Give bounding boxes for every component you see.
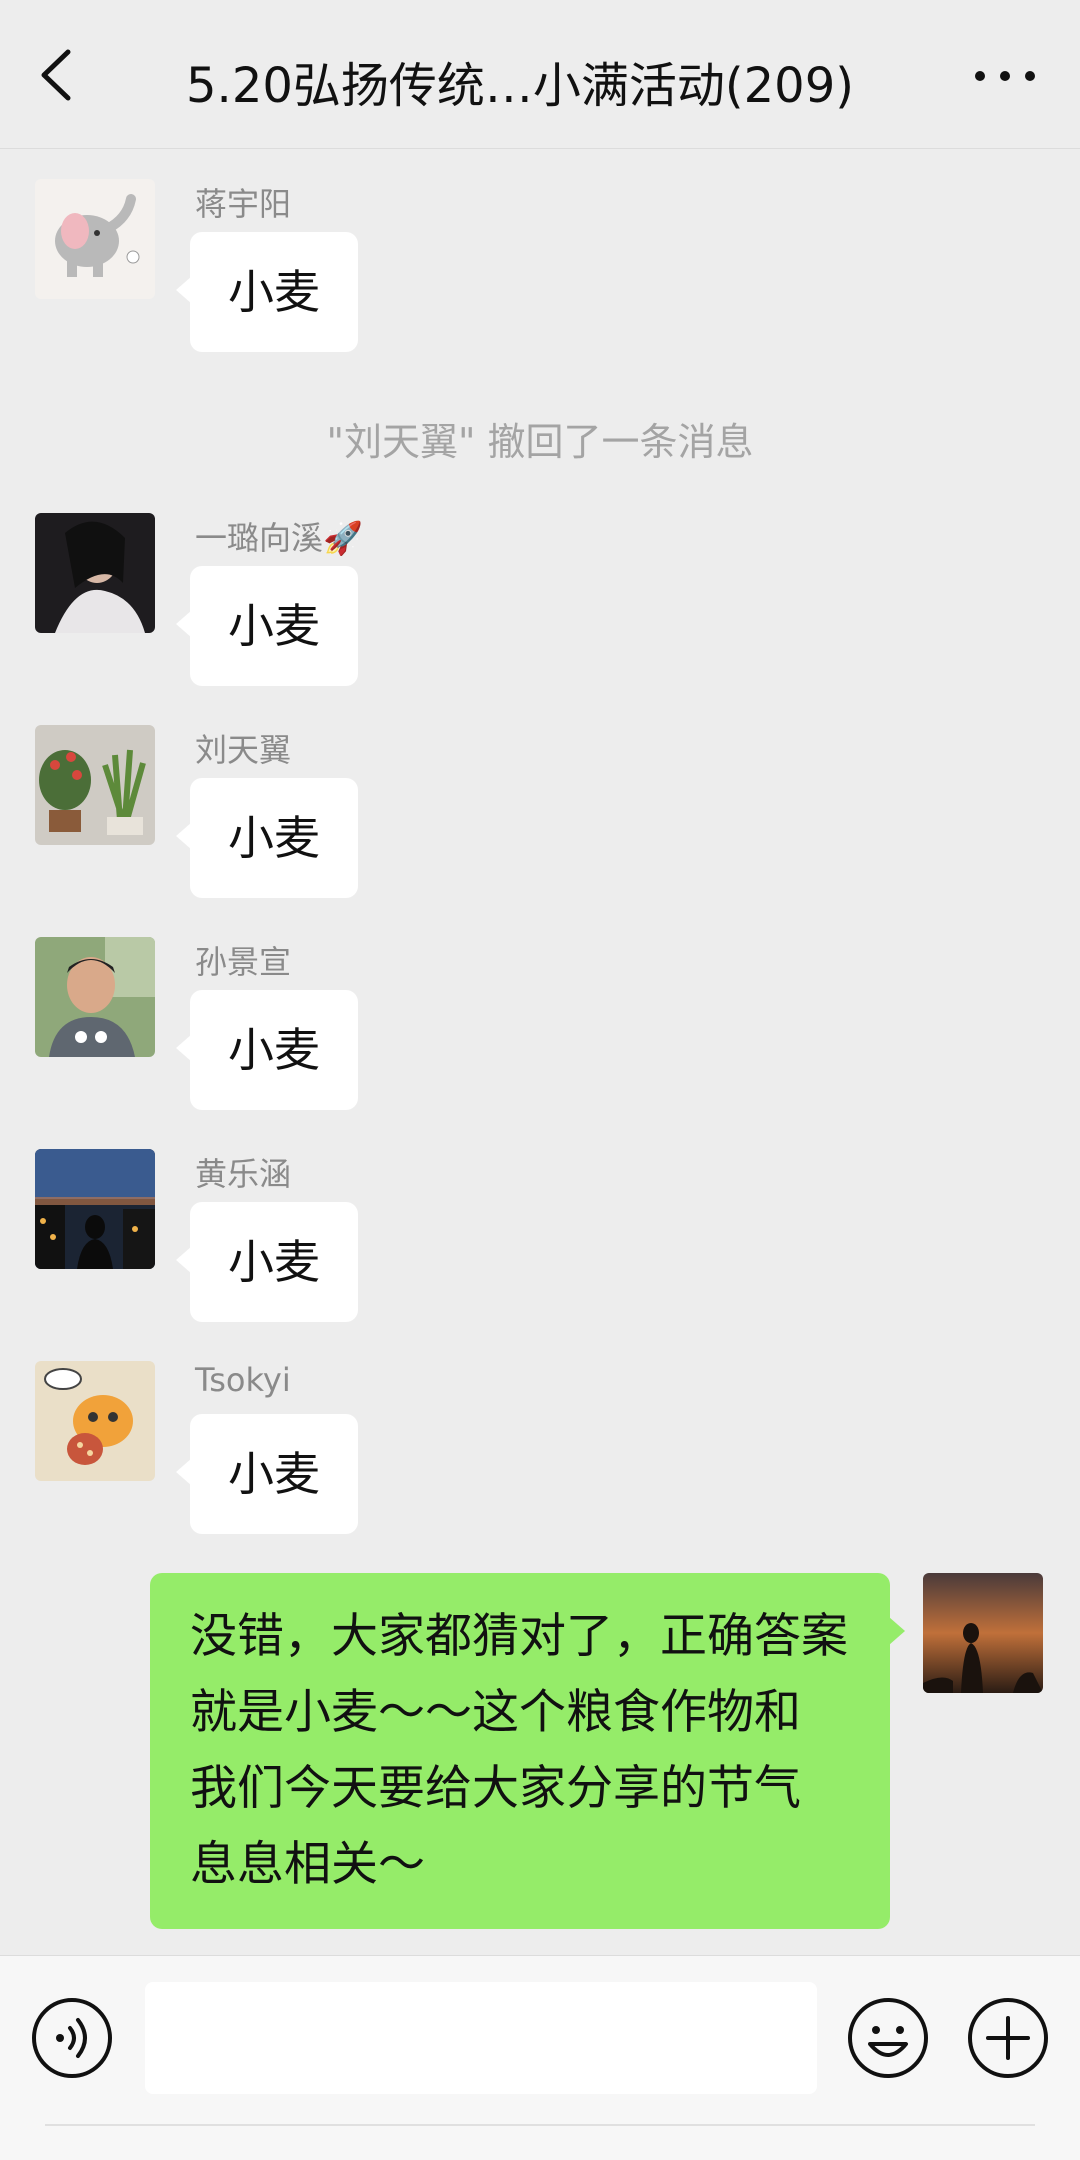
message-list[interactable]: 蒋宇阳 小麦 "刘天翼" 撤回了一条消息 一璐向溪🚀 小麦 刘天翼 小麦 孙景宣… [0,149,1080,1954]
outgoing-line: 息息相关～ [190,1837,425,1892]
chat-header: 5.20弘扬传统…小满活动(209) [0,0,1080,149]
input-bar [0,1955,1080,2160]
plus-icon [968,1998,1048,2078]
outgoing-line: 就是小麦～～这个粮食作物和 [190,1685,801,1740]
sender-name: 孙景宣 [195,943,292,981]
message-bubble[interactable]: 小麦 [176,778,358,898]
message-bubble[interactable]: 小麦 [176,1414,358,1534]
girl-avatar[interactable] [35,513,155,633]
chevron-left-icon [41,49,71,101]
outgoing-bubble[interactable]: 没错，大家都猜对了，正确答案 就是小麦～～这个粮食作物和 我们今天要给大家分享的… [150,1573,905,1929]
emoji-button[interactable] [846,1996,930,2080]
system-note: "刘天翼" 撤回了一条消息 [326,420,754,464]
man-avatar[interactable] [35,937,155,1057]
outgoing-line: 没错，大家都猜对了，正确答案 [190,1609,848,1664]
chat-screen: 5.20弘扬传统…小满活动(209) 蒋宇阳 小麦 "刘天翼" 撤回了一条消息 … [0,0,1080,2160]
cartoon-avatar[interactable] [35,1361,155,1481]
plus-button[interactable] [966,1996,1050,2080]
sender-name: 黄乐涵 [195,1155,292,1193]
night-city-avatar[interactable] [35,1149,155,1269]
chat-title: 5.20弘扬传统…小满活动(209) [186,58,854,114]
more-button[interactable] [970,56,1040,96]
sender-name: 刘天翼 [195,731,292,769]
bottom-divider [45,2124,1035,2126]
message-bubble[interactable]: 小麦 [176,990,358,1110]
message-bubble[interactable]: 小麦 [176,232,358,352]
message-bubble[interactable]: 小麦 [176,566,358,686]
emoji-icon [848,1998,928,2078]
sender-name: 蒋宇阳 [195,185,292,223]
more-dots-icon [975,71,1035,81]
outgoing-line: 我们今天要给大家分享的节气 [190,1761,801,1816]
sender-name: Tsokyi [195,1361,291,1399]
back-button[interactable] [30,40,90,110]
elephant-avatar[interactable] [35,179,155,299]
voice-button[interactable] [30,1996,114,2080]
voice-icon [32,1998,112,2078]
plants-avatar[interactable] [35,725,155,845]
message-bubble[interactable]: 小麦 [176,1202,358,1322]
sender-name: 一璐向溪🚀 [195,519,363,557]
message-input[interactable] [145,1982,817,2094]
sunset-silhouette-avatar[interactable] [923,1573,1043,1693]
